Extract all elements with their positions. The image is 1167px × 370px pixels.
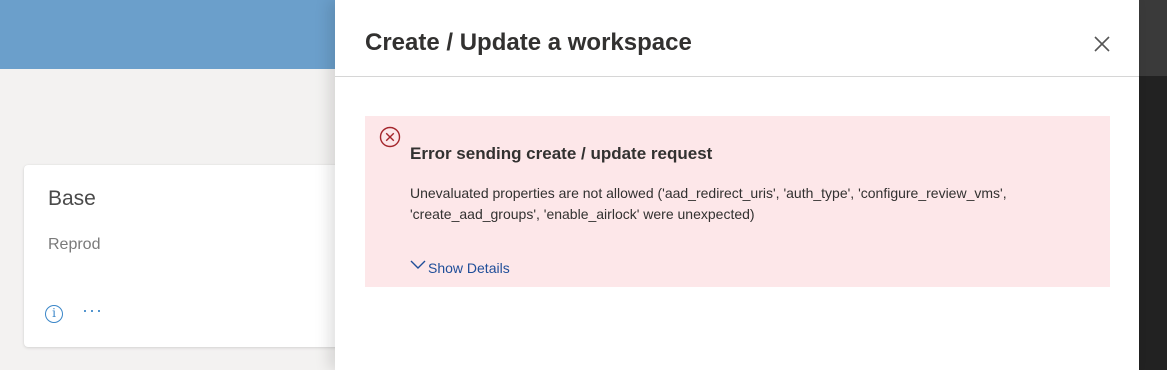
info-icon[interactable]: i	[45, 305, 63, 323]
panel-header: Create / Update a workspace	[335, 0, 1139, 77]
close-icon[interactable]	[1092, 34, 1112, 54]
show-details-label: Show Details	[428, 260, 510, 276]
panel-title: Create / Update a workspace	[365, 29, 692, 56]
card-subtitle: Reprod	[48, 236, 101, 253]
card-title: Base	[48, 187, 96, 210]
chevron-down-icon	[410, 260, 426, 269]
more-options-icon[interactable]: ···	[82, 300, 103, 321]
overlay-scrim-top	[1139, 0, 1167, 76]
workspace-panel: Create / Update a workspace Error sendin…	[335, 0, 1139, 370]
error-title: Error sending create / update request	[410, 144, 713, 163]
error-circle-icon	[379, 126, 401, 148]
error-message: Unevaluated properties are not allowed (…	[410, 185, 1007, 222]
error-message-bar: Error sending create / update request Un…	[365, 116, 1110, 287]
show-details-link[interactable]: Show Details	[410, 260, 510, 276]
